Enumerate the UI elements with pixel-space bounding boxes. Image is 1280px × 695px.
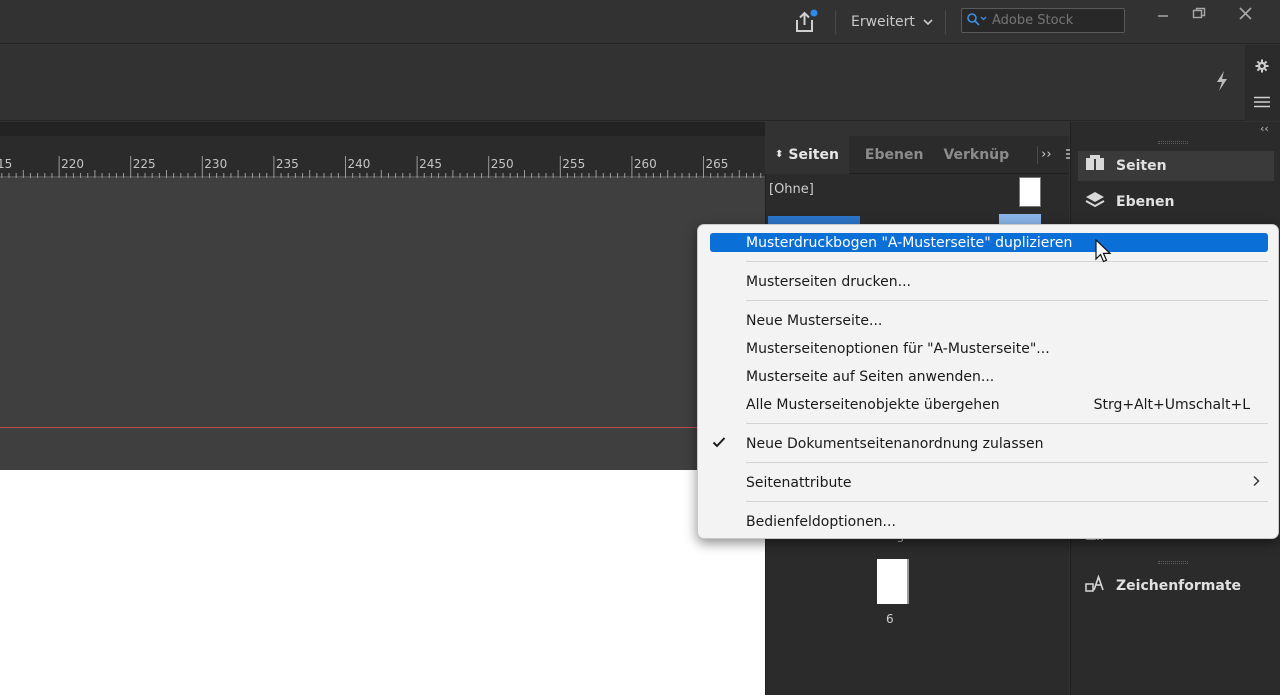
menu-item-master-options[interactable]: Musterseitenoptionen für "A-Musterseite"… — [710, 339, 1268, 358]
tab-label: Verknüp — [943, 146, 1010, 163]
menu-separator — [746, 501, 1268, 502]
minimize-icon — [1158, 15, 1168, 17]
sort-arrows-icon: ⬍ — [775, 149, 784, 160]
page-6-label: 6 — [886, 612, 894, 626]
menu-item-label: Musterdruckbogen "A-Musterseite" duplizi… — [746, 234, 1073, 251]
menu-item-label: Neue Dokumentseitenanordnung zulassen — [746, 435, 1044, 452]
ruler-tick-label: 230 — [204, 157, 228, 171]
divider — [1037, 146, 1038, 164]
dock-item-label: Zeichenformate — [1116, 578, 1242, 594]
more-tabs-icon[interactable]: ›› — [1041, 147, 1051, 162]
menu-item-label: Bedienfeldoptionen... — [746, 513, 896, 530]
ruler-tick-label: 225 — [132, 157, 156, 171]
page-6-thumbnail[interactable] — [877, 559, 909, 604]
chevron-right-icon — [1252, 475, 1260, 491]
restore-icon — [1192, 7, 1206, 19]
stock-search-input[interactable] — [992, 13, 1122, 28]
workspace-switcher[interactable]: Erweitert — [851, 12, 933, 32]
ruler-tick-label: 255 — [562, 157, 586, 171]
pages-icon — [1084, 154, 1106, 178]
menu-item-label: Musterseitenoptionen für "A-Musterseite"… — [746, 340, 1050, 357]
gear-icon[interactable] — [1255, 58, 1269, 77]
title-bar: Erweitert — [0, 0, 1280, 44]
dock-item-zeichenformate[interactable]: Zeichenformate — [1078, 571, 1274, 601]
menu-separator — [746, 261, 1268, 262]
menu-item-print-masters[interactable]: Musterseiten drucken... — [710, 272, 1268, 291]
menu-item-panel-options[interactable]: Bedienfeldoptionen... — [710, 512, 1268, 531]
menu-item-apply-master[interactable]: Musterseite auf Seiten anwenden... — [710, 367, 1268, 386]
dock-grip[interactable] — [1158, 561, 1188, 564]
ruler-tick-label: 240 — [347, 157, 371, 171]
menu-item-override-all-master-items[interactable]: Alle Musterseitenobjekte übergehen Strg+… — [710, 395, 1268, 414]
menu-item-label: Musterseite auf Seiten anwenden... — [746, 368, 995, 385]
menu-item-shortcut: Strg+Alt+Umschalt+L — [1093, 396, 1250, 413]
close-icon — [1238, 6, 1252, 20]
divider — [835, 10, 836, 34]
menu-item-label: Seitenattribute — [746, 474, 852, 491]
ruler-tick-label: 260 — [633, 157, 657, 171]
restore-button[interactable] — [1184, 2, 1214, 24]
menu-separator — [746, 423, 1268, 424]
checkmark-icon — [712, 436, 726, 452]
ruler-tick-label: 15 — [0, 157, 13, 171]
tab-seiten[interactable]: ⬍ Seiten — [765, 135, 849, 174]
master-none-label[interactable]: [Ohne] — [769, 182, 814, 197]
menu-item-duplicate-master-spread[interactable]: Musterdruckbogen "A-Musterseite" duplizi… — [710, 233, 1268, 252]
layers-icon — [1084, 190, 1106, 214]
minimize-button[interactable] — [1148, 2, 1178, 24]
share-icon[interactable] — [792, 9, 818, 35]
bleed-guide — [0, 427, 700, 428]
divider — [945, 10, 946, 34]
tab-verknuepfungen[interactable]: Verknüp — [933, 136, 1019, 174]
tab-label: Seiten — [788, 146, 839, 163]
tab-ebenen[interactable]: Ebenen — [855, 136, 934, 174]
menu-item-new-master[interactable]: Neue Musterseite... — [710, 311, 1268, 330]
master-none-thumbnail[interactable] — [1019, 177, 1041, 207]
pages-panel-tabs: ⬍ Seiten Ebenen Verknüp ›› — [765, 135, 1080, 174]
workspace-label: Erweitert — [851, 14, 915, 30]
hamburger-menu-icon[interactable] — [1254, 93, 1270, 112]
menu-separator — [746, 462, 1268, 463]
ruler-tick-label: 245 — [419, 157, 442, 171]
ruler-tick-label: 235 — [275, 157, 299, 171]
dock-item-label: Ebenen — [1116, 194, 1175, 210]
tab-strip — [0, 122, 765, 136]
character-styles-icon — [1084, 574, 1106, 598]
collapse-dock-icon[interactable]: ‹‹ — [1260, 122, 1269, 135]
dock-item-ebenen[interactable]: Ebenen — [1078, 187, 1274, 217]
tab-label: Ebenen — [864, 146, 924, 163]
menu-item-label: Alle Musterseitenobjekte übergehen — [746, 396, 1000, 413]
document-page[interactable] — [0, 470, 765, 695]
ruler-tick-label: 265 — [705, 157, 729, 171]
mouse-cursor-icon — [1095, 238, 1113, 269]
menu-item-label: Neue Musterseite... — [746, 312, 883, 329]
menu-separator — [746, 300, 1268, 301]
search-icon — [966, 12, 988, 30]
dock-item-seiten[interactable]: Seiten — [1078, 151, 1274, 181]
dock-grip[interactable] — [1158, 141, 1188, 144]
ruler-tick-label: 250 — [490, 157, 514, 171]
menu-item-label: Musterseiten drucken... — [746, 273, 911, 290]
chevron-down-icon — [923, 14, 933, 30]
stock-search-box[interactable] — [961, 8, 1125, 33]
pages-panel-context-menu: Musterdruckbogen "A-Musterseite" duplizi… — [697, 224, 1279, 539]
horizontal-ruler[interactable]: 15 220 225 230 235 240 245 250 255 260 265 — [0, 136, 765, 178]
menu-item-page-attributes[interactable]: Seitenattribute — [710, 473, 1268, 492]
close-button[interactable] — [1230, 2, 1260, 24]
quick-actions-icon[interactable] — [1214, 69, 1230, 97]
menu-item-allow-document-pages-shuffle[interactable]: Neue Dokumentseitenanordnung zulassen — [710, 434, 1268, 453]
control-bar — [0, 45, 1280, 121]
ruler-tick-label: 220 — [61, 157, 84, 171]
dock-item-label: Seiten — [1116, 158, 1167, 174]
